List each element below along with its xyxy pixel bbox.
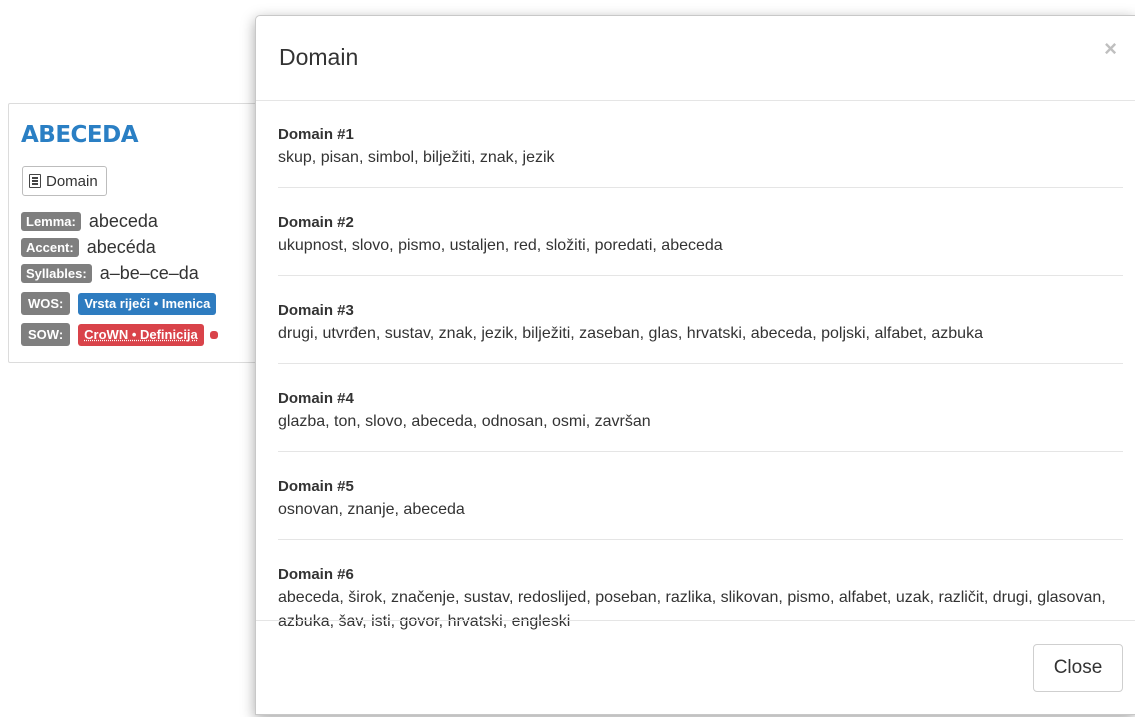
accent-label: Accent:: [21, 238, 79, 257]
domain-words: drugi, utvrđen, sustav, znak, jezik, bil…: [278, 325, 983, 342]
close-button[interactable]: Close: [1033, 644, 1123, 692]
domain-button[interactable]: Domain: [22, 166, 107, 196]
domain-title: Domain #1: [278, 126, 354, 143]
word-title[interactable]: ABECEDA: [21, 122, 139, 148]
syllables-row: Syllables: a–be–ce–da: [21, 263, 199, 284]
modal-title: Domain: [279, 44, 359, 70]
domain-item: Domain #1 skup, pisan, simbol, bilježiti…: [278, 100, 1123, 188]
domain-words: glazba, ton, slovo, abeceda, odnosan, os…: [278, 413, 651, 430]
domain-item: Domain #3 drugi, utvrđen, sustav, znak, …: [278, 276, 1123, 364]
lemma-value: abeceda: [88, 211, 158, 231]
list-icon: [29, 174, 41, 188]
domain-title: Domain #2: [278, 214, 354, 231]
sow-tag[interactable]: CroWN • Definicija: [78, 323, 204, 346]
sow-row: SOW: CroWN • Definicija: [21, 323, 224, 346]
sow-tag-extra[interactable]: [209, 330, 218, 339]
lemma-label: Lemma:: [21, 212, 81, 231]
wos-label: WOS:: [21, 292, 71, 315]
wos-tag[interactable]: Vrsta riječi • Imenica: [78, 292, 217, 315]
sow-label: SOW:: [21, 323, 71, 346]
close-icon[interactable]: ×: [1104, 36, 1117, 62]
domain-title: Domain #6: [278, 566, 354, 583]
accent-value: abecéda: [86, 237, 156, 257]
modal-body: Domain #1 skup, pisan, simbol, bilježiti…: [278, 100, 1123, 651]
domain-item: Domain #4 glazba, ton, slovo, abeceda, o…: [278, 364, 1123, 452]
domain-title: Domain #5: [278, 478, 354, 495]
domain-title: Domain #4: [278, 390, 354, 407]
wos-row: WOS: Vrsta riječi • Imenica: [21, 292, 222, 315]
domain-modal: Domain × Domain #1 skup, pisan, simbol, …: [255, 15, 1135, 715]
lemma-row: Lemma: abeceda: [21, 211, 158, 232]
domain-item: Domain #5 osnovan, znanje, abeceda: [278, 452, 1123, 540]
modal-header: Domain ×: [256, 16, 1135, 101]
domain-words: osnovan, znanje, abeceda: [278, 501, 465, 518]
accent-row: Accent: abecéda: [21, 237, 156, 258]
domain-words: ukupnost, slovo, pismo, ustaljen, red, s…: [278, 237, 723, 254]
modal-footer: Close: [256, 620, 1135, 717]
domain-item: Domain #2 ukupnost, slovo, pismo, ustalj…: [278, 188, 1123, 276]
syllables-label: Syllables:: [21, 264, 92, 283]
domain-words: skup, pisan, simbol, bilježiti, znak, je…: [278, 149, 555, 166]
domain-title: Domain #3: [278, 302, 354, 319]
domain-button-label: Domain: [46, 172, 98, 190]
syllables-value: a–be–ce–da: [99, 263, 199, 283]
